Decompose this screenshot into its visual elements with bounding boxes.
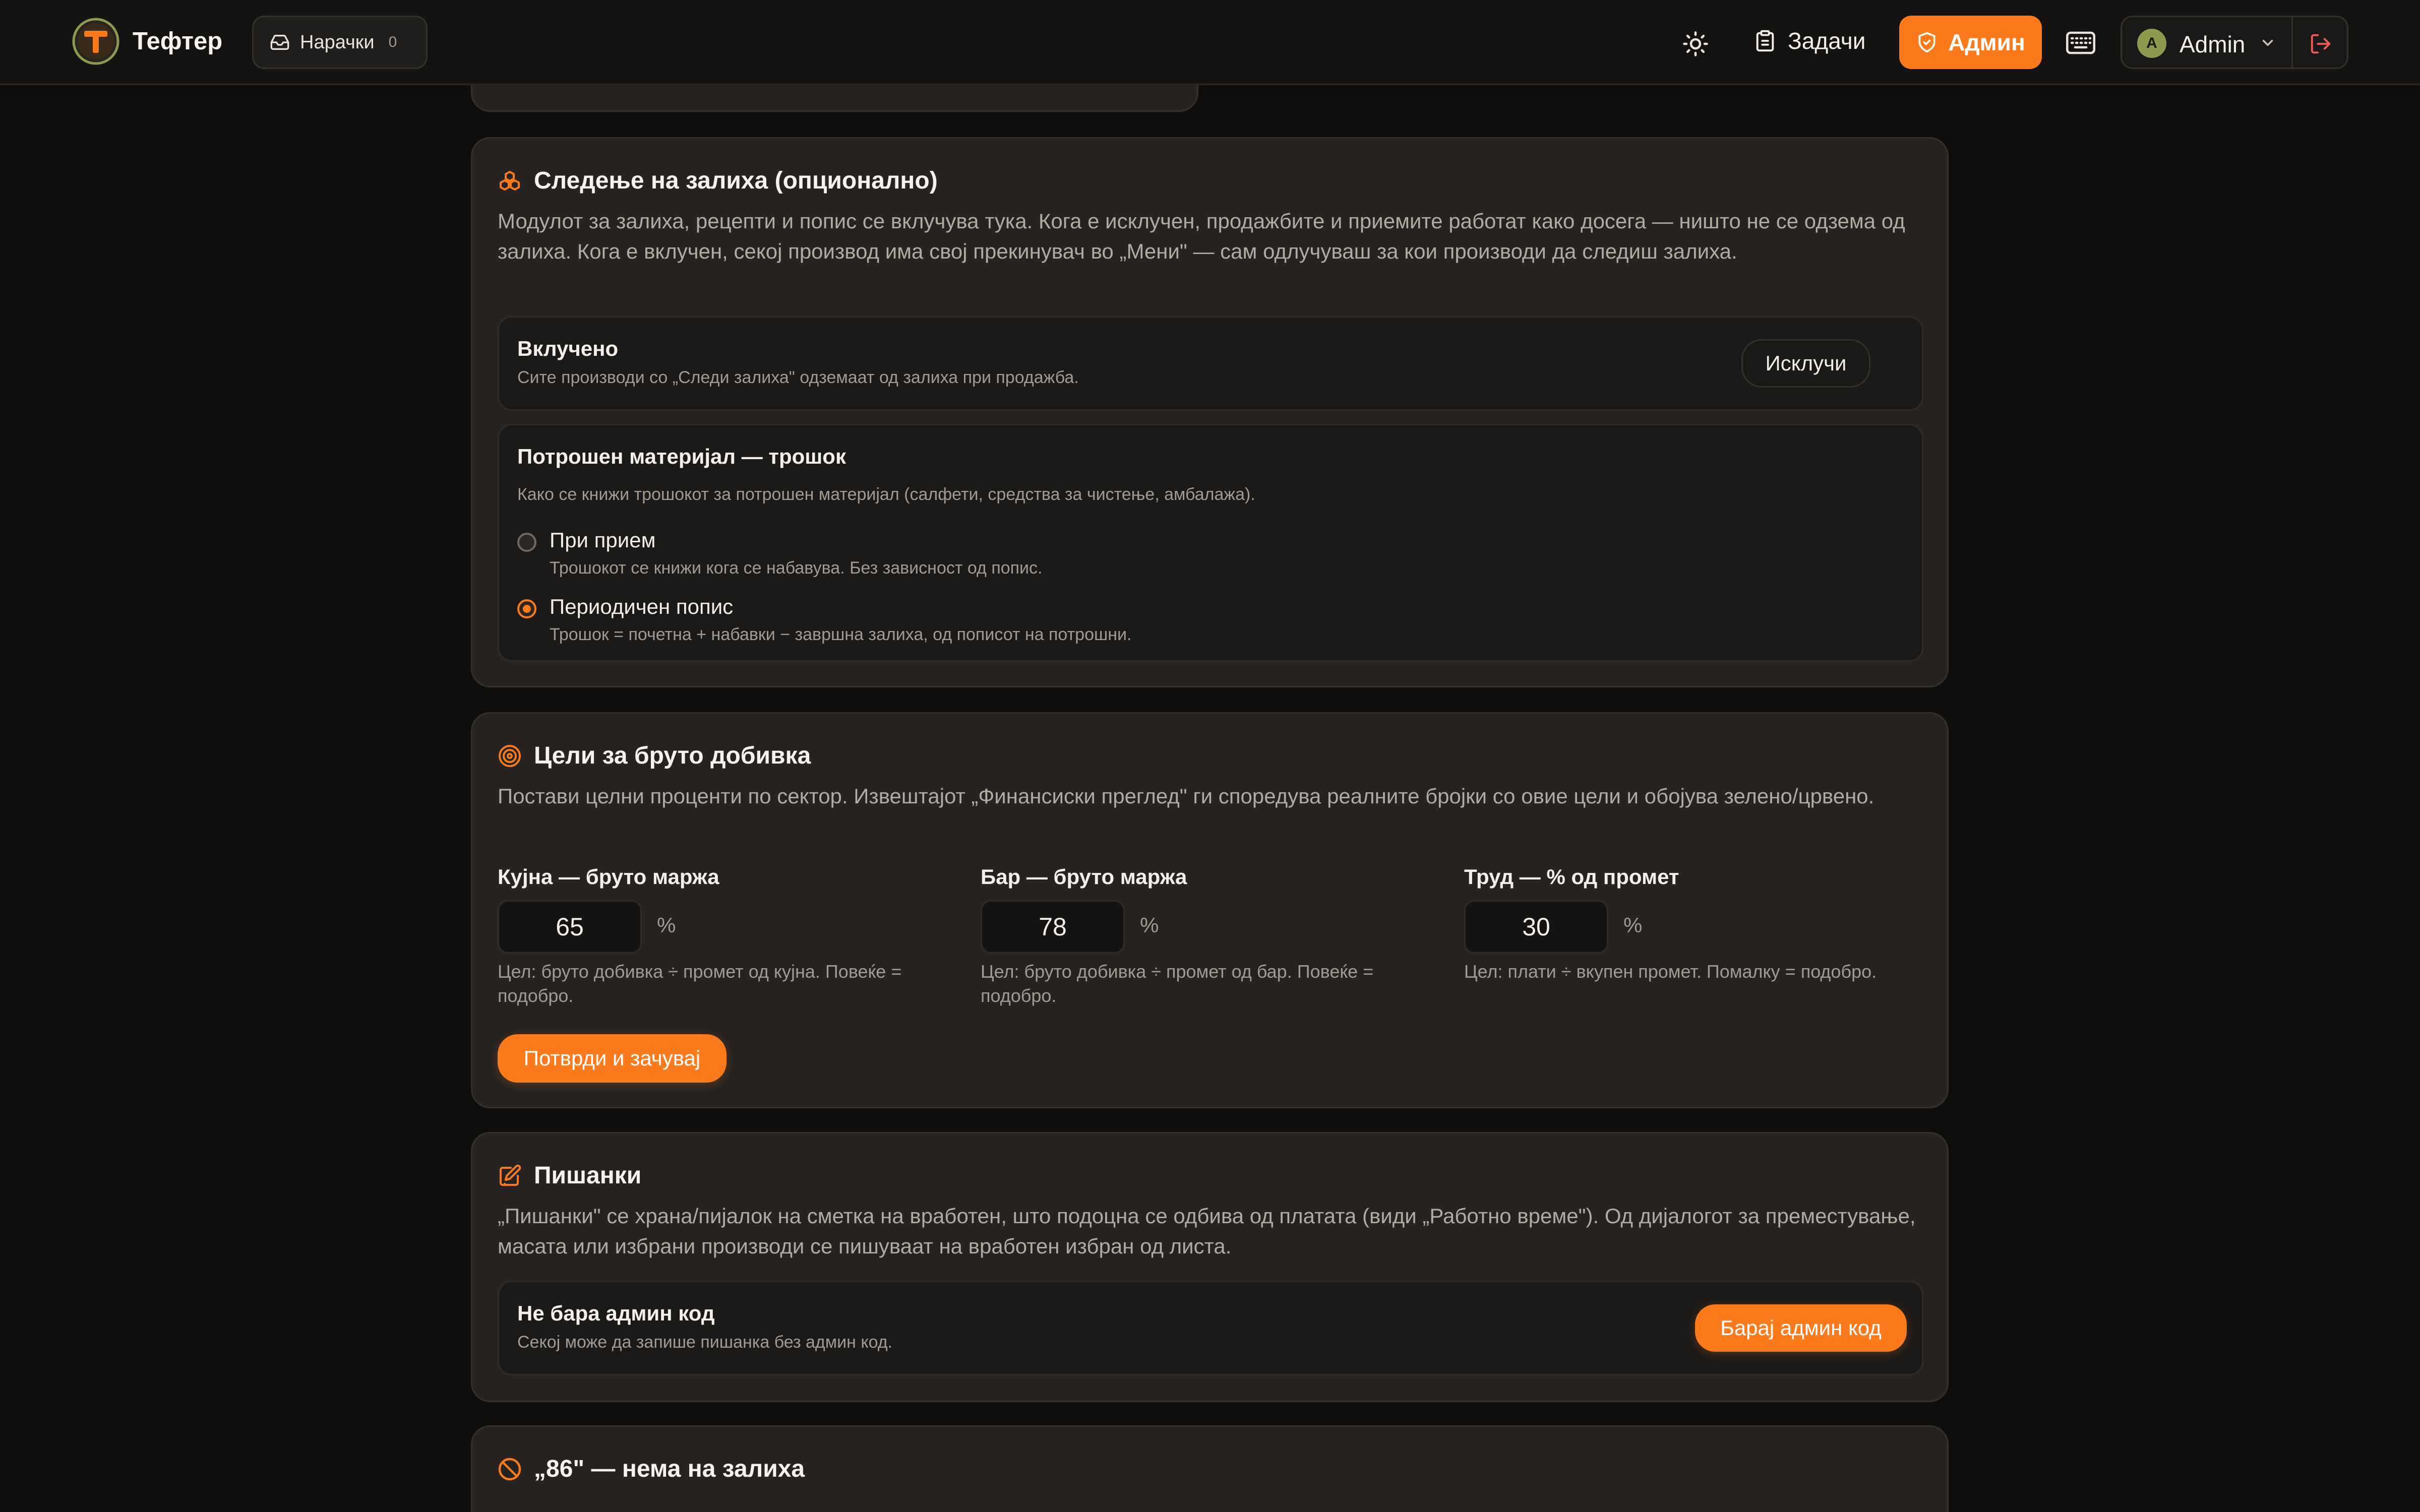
orders-label: Нарачки xyxy=(300,31,375,53)
shield-icon xyxy=(1918,32,1935,53)
brand-name[interactable]: Тефтер xyxy=(133,27,222,55)
labor-percent-label: Труд — % од промет xyxy=(1464,865,1679,889)
radio-periodic-inventory-label[interactable]: Периодичен попис xyxy=(550,595,733,619)
margin-targets-description: Постави целни проценти по сектор. Извешт… xyxy=(498,784,1874,808)
consumables-cost-title: Потрошен материјал — трошок xyxy=(517,445,846,468)
app-logo-icon[interactable] xyxy=(71,17,120,66)
eighty-six-card: „86" — нема на залиха xyxy=(471,1425,1949,1512)
avatar: A xyxy=(2137,29,2166,58)
kitchen-margin-label: Кујна — бруто маржа xyxy=(498,865,719,889)
bar-margin-hint: Цел: бруто добивка ÷ промет од бар. Пове… xyxy=(981,961,1374,1006)
orders-count-badge: 0 xyxy=(388,34,397,50)
eighty-six-title-text: „86" — нема на залиха xyxy=(534,1456,805,1482)
bar-margin-input[interactable]: 78 xyxy=(981,900,1125,954)
stock-enabled-panel: Вклучено Сите производи со „Следи залиха… xyxy=(498,316,1923,411)
require-admin-code-button[interactable]: Барај админ код xyxy=(1695,1304,1907,1352)
logout-icon[interactable] xyxy=(2309,32,2332,55)
margin-targets-card: Цели за бруто добивка Постави целни проц… xyxy=(471,712,1949,1108)
kitchen-margin-unit: % xyxy=(657,913,676,937)
eighty-six-title: „86" — нема на залиха xyxy=(498,1455,805,1483)
labor-percent-input[interactable]: 30 xyxy=(1464,900,1608,954)
radio-on-receipt-label[interactable]: При прием xyxy=(550,528,655,552)
chevron-down-icon xyxy=(2262,39,2273,46)
kitchen-margin-hint: Цел: бруто добивка ÷ промет од кујна. По… xyxy=(498,961,902,1006)
bar-margin-unit: % xyxy=(1140,913,1159,937)
kitchen-margin-input[interactable]: 65 xyxy=(498,900,642,954)
clipboard-icon xyxy=(1756,30,1774,52)
user-menu-divider xyxy=(2291,17,2293,68)
stock-tracking-title-text: Следење на залиха (опционално) xyxy=(534,167,938,194)
labor-percent-unit: % xyxy=(1623,913,1643,937)
top-bar: Тефтер Нарачки 0 Задачи Админ A Admin xyxy=(0,0,2420,85)
staff-tabs-title: Пишанки xyxy=(498,1162,641,1189)
stock-enabled-title: Вклучено xyxy=(517,337,619,360)
boxes-icon xyxy=(500,170,520,191)
inbox-icon xyxy=(270,35,289,50)
admin-code-panel: Не бара админ код Секој може да запише п… xyxy=(498,1281,1923,1375)
tasks-button[interactable]: Задачи xyxy=(1753,27,1865,54)
target-icon xyxy=(499,744,521,767)
admin-code-title: Не бара админ код xyxy=(517,1301,715,1325)
admin-button[interactable]: Админ xyxy=(1899,16,2042,69)
labor-percent-hint: Цел: плати ÷ вкупен промет. Помалку = по… xyxy=(1464,961,1877,982)
ban-icon xyxy=(498,1458,521,1480)
radio-on-receipt[interactable] xyxy=(517,533,536,552)
margin-targets-title-text: Цели за бруто добивка xyxy=(534,742,811,769)
consumables-cost-panel: Потрошен материјал — трошок Како се книж… xyxy=(498,424,1923,662)
stock-tracking-description: Модулот за залиха, рецепти и попис се вк… xyxy=(498,209,1905,263)
radio-on-receipt-description: Трошокот се книжи кога се набавува. Без … xyxy=(550,558,1043,578)
orders-button[interactable]: Нарачки 0 xyxy=(252,16,428,69)
admin-label: Админ xyxy=(1948,29,2025,55)
staff-tabs-card: Пишанки „Пишанки" се храна/пијалок на см… xyxy=(471,1132,1949,1402)
save-targets-button[interactable]: Потврди и зачувај xyxy=(498,1034,727,1083)
staff-tabs-description: „Пишанки" се храна/пијалок на сметка на … xyxy=(498,1204,1916,1258)
stock-tracking-title: Следење на залиха (опционално) xyxy=(498,167,938,195)
admin-code-description: Секој може да запише пишанка без админ к… xyxy=(517,1333,893,1352)
keyboard-icon[interactable] xyxy=(2066,31,2095,54)
tasks-label: Задачи xyxy=(1788,28,1866,54)
radio-periodic-inventory[interactable] xyxy=(517,599,536,618)
radio-periodic-inventory-description: Трошок = почетна + набавки − завршна зал… xyxy=(550,625,1132,644)
bar-margin-label: Бар — бруто маржа xyxy=(981,865,1187,889)
disable-stock-button[interactable]: Исклучи xyxy=(1741,339,1870,388)
consumables-cost-description: Како се книжи трошокот за потрошен матер… xyxy=(517,485,1255,504)
stock-enabled-description: Сите производи со „Следи залиха" одземаа… xyxy=(517,368,1079,387)
user-menu-button[interactable]: A Admin xyxy=(2121,16,2348,69)
edit-note-icon xyxy=(500,1164,521,1186)
stock-tracking-card: Следење на залиха (опционално) Модулот з… xyxy=(471,137,1949,687)
user-name: Admin xyxy=(2180,31,2246,57)
staff-tabs-title-text: Пишанки xyxy=(534,1162,642,1189)
sun-icon[interactable] xyxy=(1682,30,1709,57)
margin-targets-title: Цели за бруто добивка xyxy=(498,742,811,770)
